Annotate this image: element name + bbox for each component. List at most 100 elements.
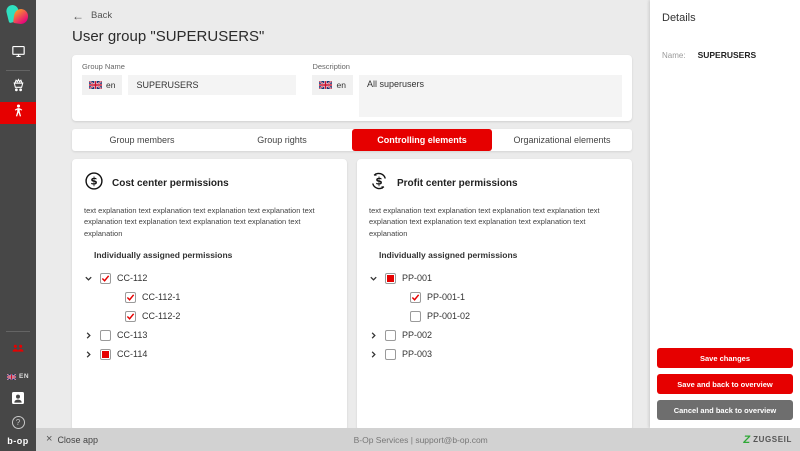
person-icon — [11, 103, 26, 123]
sidebar-divider-bottom — [6, 331, 30, 332]
checkbox-cc-112-1-checked[interactable] — [125, 292, 136, 303]
description-field: Description en — [312, 62, 622, 111]
checkbox-cc-112-checked[interactable] — [100, 273, 111, 284]
profit-center-tree: PP-001 PP-001-1 PP-001-02 PP-002 PP-003 — [369, 269, 620, 364]
bop-logo: b-op — [7, 436, 29, 446]
group-name-label: Group Name — [82, 62, 296, 71]
uk-flag-icon — [89, 81, 102, 89]
tab-controlling-elements[interactable]: Controlling elements — [352, 129, 492, 151]
sidebar-divider — [6, 70, 30, 71]
checkbox-pp-001-1-checked[interactable] — [410, 292, 421, 303]
checkbox-cc-112-2-checked[interactable] — [125, 311, 136, 322]
tab-group-members[interactable]: Group members — [72, 129, 212, 151]
tree-item-pp-002: PP-002 — [369, 326, 620, 345]
group-name-input[interactable] — [128, 75, 296, 95]
language-code: en — [106, 80, 115, 90]
tree-item-label: PP-001-02 — [427, 311, 470, 321]
checkbox-cc-114-indeterminate[interactable] — [100, 349, 111, 360]
tree-item-pp-001-1: PP-001-1 — [369, 288, 620, 307]
tab-group-rights[interactable]: Group rights — [212, 129, 352, 151]
cost-center-icon: $ — [84, 171, 104, 196]
chevron-spacer — [394, 311, 404, 321]
cost-center-panel: $ Cost center permissions text explanati… — [72, 159, 347, 431]
tab-bar: Group membersGroup rightsControlling ele… — [72, 129, 632, 151]
chevron-right-icon[interactable] — [84, 330, 94, 340]
tree-item-cc-112: CC-112 — [84, 269, 335, 288]
chevron-right-icon[interactable] — [369, 349, 379, 359]
svg-text:$: $ — [375, 176, 382, 188]
details-panel: Details Name: SUPERUSERS Save changesSav… — [650, 0, 800, 428]
zugseil-name: ZUGSEIL — [753, 435, 792, 444]
monitor-icon — [10, 43, 27, 65]
details-name-row: Name: SUPERUSERS — [662, 50, 788, 60]
tab-organizational-elements[interactable]: Organizational elements — [492, 129, 632, 151]
chevron-right-icon[interactable] — [84, 349, 94, 359]
chevron-down-icon[interactable] — [369, 273, 379, 283]
sidebar-item-users-active[interactable] — [0, 102, 36, 124]
tree-item-pp-001: PP-001 — [369, 269, 620, 288]
back-button[interactable]: ← Back — [72, 10, 632, 21]
save-and-back-to-overview-button[interactable]: Save and back to overview — [657, 374, 793, 394]
details-title: Details — [662, 12, 788, 24]
sidebar-item-monitor[interactable] — [0, 42, 36, 66]
description-label: Description — [312, 62, 622, 71]
svg-text:$: $ — [90, 176, 97, 188]
cart-crown-icon — [10, 76, 27, 98]
tree-item-label: CC-112 — [117, 273, 147, 283]
cancel-and-back-to-overview-button[interactable]: Cancel and back to overview — [657, 400, 793, 420]
tree-item-label: CC-112-1 — [142, 292, 180, 302]
group-name-language-chip[interactable]: en — [82, 75, 122, 95]
help-icon: ? — [12, 416, 25, 429]
chevron-right-icon[interactable] — [369, 330, 379, 340]
chevron-spacer — [394, 292, 404, 302]
app-window: EN ? b-op ← Back User group "SU — [0, 0, 800, 451]
chevron-spacer — [109, 292, 119, 302]
zugseil-z-icon: Z — [743, 435, 750, 445]
checkbox-pp-003-unchecked[interactable] — [385, 349, 396, 360]
language-label: EN — [19, 373, 29, 380]
checkbox-cc-113-unchecked[interactable] — [100, 330, 111, 341]
sidebar-item-shop[interactable] — [0, 75, 36, 99]
main-content: ← Back User group "SUPERUSERS" Group Nam… — [36, 0, 650, 428]
tree-item-pp-003: PP-003 — [369, 345, 620, 364]
cost-center-tree: CC-112 CC-112-1 CC-112-2 CC-113 CC-114 — [84, 269, 335, 364]
sidebar-bottom: EN ? b-op — [6, 327, 30, 451]
left-sidebar: EN ? b-op — [0, 0, 36, 451]
app-logo[interactable] — [5, 4, 31, 30]
tree-item-label: CC-112-2 — [142, 311, 180, 321]
zugseil-logo: Z ZUGSEIL — [743, 435, 792, 445]
permission-panels: $ Cost center permissions text explanati… — [72, 159, 632, 431]
chevron-down-icon[interactable] — [84, 273, 94, 283]
uk-flag-icon — [7, 367, 16, 385]
close-app-button[interactable]: × Close app — [46, 435, 98, 445]
profit-center-icon: $ — [369, 171, 389, 196]
tree-item-cc-114: CC-114 — [84, 345, 335, 364]
panel-subheading: Individually assigned permissions — [94, 250, 335, 260]
user-groups-button[interactable] — [10, 341, 26, 362]
contact-button[interactable] — [10, 390, 26, 411]
checkbox-pp-001-02-unchecked[interactable] — [410, 311, 421, 322]
users-group-icon — [10, 344, 26, 361]
language-selector[interactable]: EN — [7, 367, 29, 385]
save-changes-button[interactable]: Save changes — [657, 348, 793, 368]
profit-center-panel: $ Profit center permissions text explana… — [357, 159, 632, 431]
help-button[interactable]: ? — [12, 416, 25, 429]
tree-item-cc-113: CC-113 — [84, 326, 335, 345]
description-language-chip[interactable]: en — [312, 75, 352, 95]
name-label: Name: — [662, 51, 686, 60]
tree-item-label: PP-002 — [402, 330, 432, 340]
footer-support-text: B-Op Services | support@b-op.com — [98, 435, 743, 445]
checkbox-pp-002-unchecked[interactable] — [385, 330, 396, 341]
close-app-label: Close app — [57, 435, 98, 445]
description-textarea[interactable]: All superusers — [359, 75, 622, 117]
uk-flag-icon — [319, 81, 332, 89]
tree-item-pp-001-02: PP-001-02 — [369, 307, 620, 326]
tree-item-label: PP-001-1 — [427, 292, 465, 302]
language-code: en — [336, 80, 345, 90]
tree-item-label: CC-114 — [117, 349, 147, 359]
checkbox-pp-001-indeterminate[interactable] — [385, 273, 396, 284]
back-arrow-icon: ← — [72, 11, 84, 21]
panel-title: Cost center permissions — [112, 178, 229, 189]
name-value: SUPERUSERS — [698, 50, 757, 60]
details-actions: Save changes Save and back to overview Can… — [657, 342, 793, 420]
